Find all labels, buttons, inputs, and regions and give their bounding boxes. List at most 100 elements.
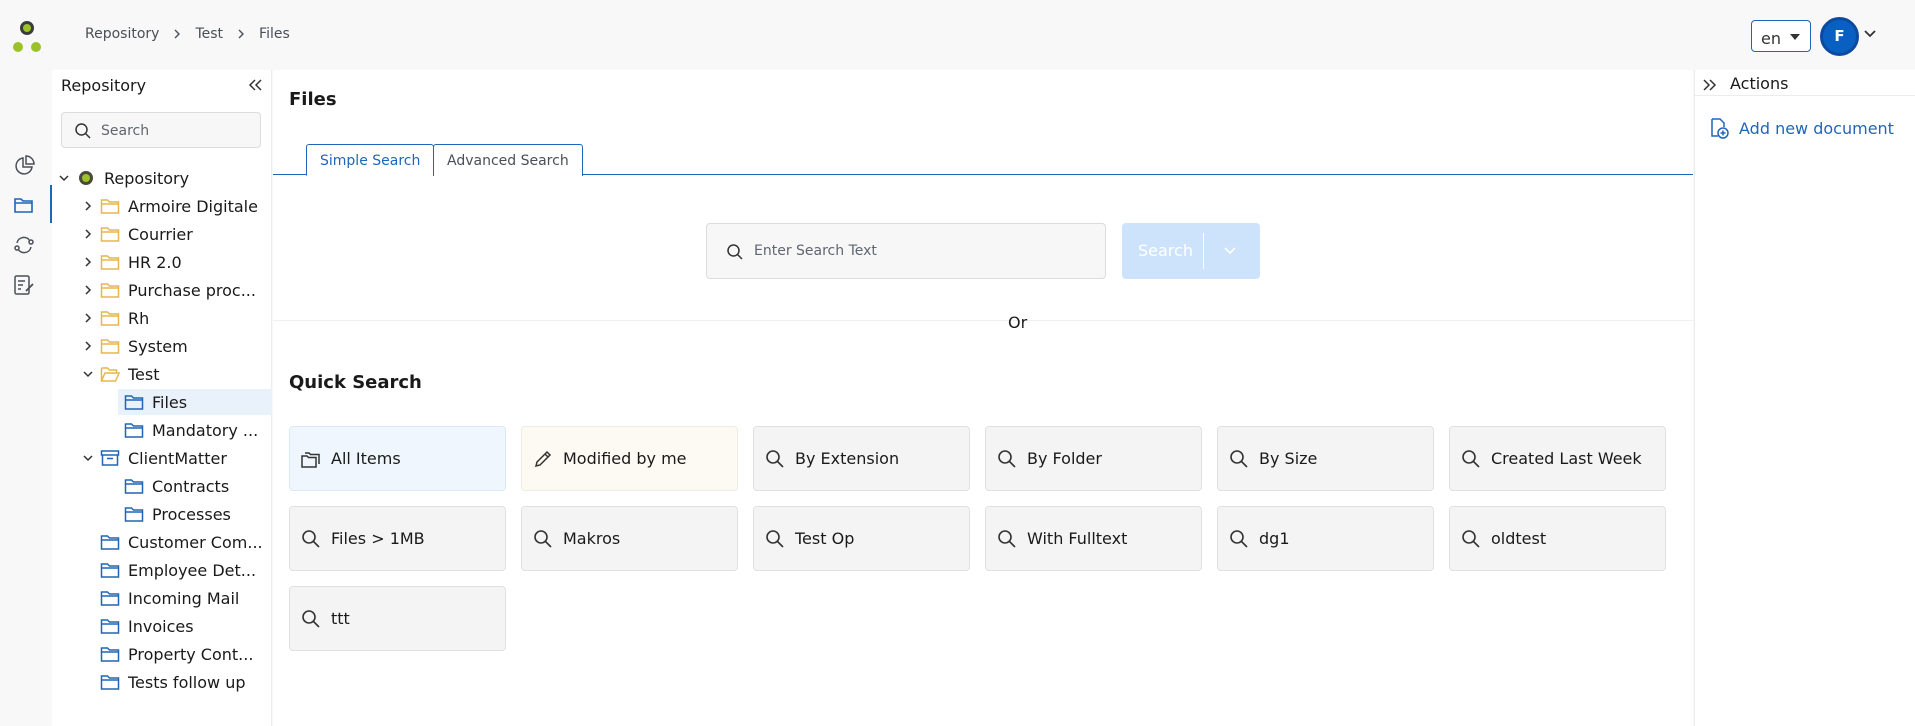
caret-down-icon — [1790, 34, 1800, 40]
tree-item-label: Courrier — [128, 224, 193, 244]
tree-item-purchase[interactable]: Purchase proc... — [52, 277, 272, 303]
divider — [273, 320, 1693, 321]
chevron-down-icon[interactable] — [1864, 30, 1876, 38]
search-icon — [302, 609, 320, 628]
quick-search-by-size[interactable]: By Size — [1217, 426, 1434, 491]
search-icon — [302, 529, 320, 548]
tree-item-rh[interactable]: Rh — [52, 305, 272, 331]
chevron-down-icon[interactable] — [82, 368, 94, 380]
tree-item-label: System — [128, 336, 188, 356]
tree-item-invoices[interactable]: Invoices — [52, 613, 272, 639]
folder-icon — [100, 199, 120, 214]
tree-search-input[interactable]: Search — [61, 112, 261, 148]
breadcrumb-test[interactable]: Test — [195, 26, 223, 42]
blue-folder-icon — [100, 535, 120, 550]
search-tabs: Simple Search Advanced Search — [273, 142, 1693, 176]
quick-search-test-op[interactable]: Test Op — [753, 506, 970, 571]
quick-search-modified-by-me[interactable]: Modified by me — [521, 426, 738, 491]
search-icon — [1462, 529, 1480, 548]
tree-item-property[interactable]: Property Cont... — [52, 641, 272, 667]
quick-search-title: Quick Search — [289, 372, 422, 393]
tree-item-courrier[interactable]: Courrier — [52, 221, 272, 247]
chevron-right-icon[interactable] — [82, 284, 94, 296]
tree-item-label: Mandatory ... — [152, 420, 259, 440]
tree-item-processes[interactable]: Processes — [118, 501, 272, 527]
card-label: By Folder — [1027, 449, 1102, 468]
tasks-icon[interactable] — [12, 273, 36, 297]
top-bar: Repository Test Files en F — [0, 0, 1915, 70]
search-input[interactable] — [754, 239, 1084, 263]
add-document-icon — [1711, 118, 1729, 139]
tree-item-label: Property Cont... — [128, 644, 254, 664]
quick-search-by-folder[interactable]: By Folder — [985, 426, 1202, 491]
expand-panel-icon[interactable] — [1701, 78, 1717, 92]
quick-search-makros[interactable]: Makros — [521, 506, 738, 571]
chevron-down-icon[interactable] — [1224, 247, 1236, 255]
blue-folder-icon — [124, 395, 144, 410]
actions-panel-header: Actions — [1695, 70, 1915, 96]
search-input-box[interactable] — [706, 223, 1106, 279]
quick-search-by-extension[interactable]: By Extension — [753, 426, 970, 491]
tree-item-customer[interactable]: Customer Com... — [52, 529, 272, 555]
card-label: dg1 — [1259, 529, 1290, 548]
tree-item-hr[interactable]: HR 2.0 — [52, 249, 272, 275]
chevron-right-icon[interactable] — [82, 228, 94, 240]
breadcrumb-repository[interactable]: Repository — [85, 26, 159, 42]
tree-item-label: Processes — [152, 504, 231, 524]
quick-search-dg1[interactable]: dg1 — [1217, 506, 1434, 571]
quick-search-ttt[interactable]: ttt — [289, 586, 506, 651]
tree-item-system[interactable]: System — [52, 333, 272, 359]
chevron-right-icon[interactable] — [82, 340, 94, 352]
repository-icon[interactable] — [12, 193, 36, 217]
tree-item-label: Invoices — [128, 616, 194, 636]
search-icon — [1462, 449, 1480, 468]
app-logo-icon[interactable] — [12, 20, 42, 54]
tree-search-placeholder: Search — [101, 123, 150, 139]
chevron-down-icon[interactable] — [58, 172, 70, 184]
tree-item-test[interactable]: Test — [52, 361, 272, 387]
repository-tree-panel: Repository Search Repository Armoire Dig… — [52, 70, 272, 726]
folder-icon — [100, 311, 120, 326]
chevron-down-icon[interactable] — [82, 452, 94, 464]
tree-item-mandatory[interactable]: Mandatory ... — [118, 417, 272, 443]
workflow-icon[interactable] — [12, 233, 36, 257]
tree-item-clientmatter[interactable]: ClientMatter — [52, 445, 272, 471]
add-new-document-button[interactable]: Add new document — [1709, 117, 1894, 139]
collapse-panel-icon[interactable] — [248, 78, 264, 92]
tree-item-label: Test — [128, 364, 160, 384]
card-label: By Size — [1259, 449, 1318, 468]
tree-item-files[interactable]: Files — [118, 389, 272, 415]
quick-search-files-1mb[interactable]: Files > 1MB — [289, 506, 506, 571]
tree-item-repository[interactable]: Repository — [52, 165, 272, 191]
tree-item-armoire-digitale[interactable]: Armoire Digitale — [52, 193, 272, 219]
tree-item-label: Armoire Digitale — [128, 196, 258, 216]
card-label: Files > 1MB — [331, 529, 425, 548]
dashboard-icon[interactable] — [12, 154, 36, 178]
folder-open-icon — [100, 367, 120, 382]
search-icon — [998, 449, 1016, 468]
search-icon — [727, 244, 743, 260]
quick-search-with-fulltext[interactable]: With Fulltext — [985, 506, 1202, 571]
chevron-right-icon[interactable] — [82, 312, 94, 324]
tree-item-tests-follow-up[interactable]: Tests follow up — [52, 669, 272, 695]
chevron-right-icon[interactable] — [82, 256, 94, 268]
language-select[interactable]: en — [1751, 20, 1811, 52]
tab-advanced-search[interactable]: Advanced Search — [433, 144, 583, 176]
card-label: All Items — [331, 449, 401, 468]
tree-item-employee[interactable]: Employee Det... — [52, 557, 272, 583]
tree-item-incoming-mail[interactable]: Incoming Mail — [52, 585, 272, 611]
tab-simple-search[interactable]: Simple Search — [306, 144, 435, 176]
quick-search-oldtest[interactable]: oldtest — [1449, 506, 1666, 571]
blue-folder-icon — [100, 647, 120, 662]
quick-search-created-last-week[interactable]: Created Last Week — [1449, 426, 1666, 491]
chevron-right-icon[interactable] — [82, 200, 94, 212]
tree-item-label: Repository — [104, 168, 190, 188]
search-icon — [1230, 449, 1248, 468]
search-button[interactable]: Search — [1122, 223, 1260, 279]
quick-search-all-items[interactable]: All Items — [289, 426, 506, 491]
main-content: Files Simple Search Advanced Search Sear… — [273, 70, 1693, 726]
add-new-document-label: Add new document — [1739, 118, 1894, 138]
search-icon — [75, 123, 91, 139]
avatar[interactable]: F — [1820, 17, 1859, 56]
tree-item-contracts[interactable]: Contracts — [118, 473, 272, 499]
